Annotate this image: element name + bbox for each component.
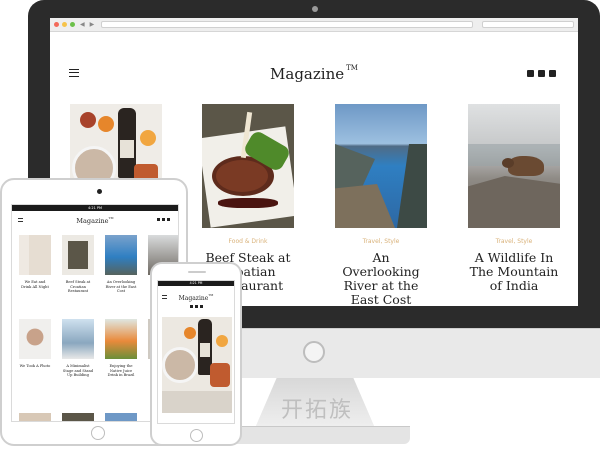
instagram-icon[interactable]	[167, 218, 170, 221]
article-thumbnail[interactable]	[335, 104, 427, 228]
facebook-icon[interactable]	[194, 305, 198, 308]
monitor-stand-base	[230, 426, 410, 444]
social-links	[527, 70, 556, 77]
tablet-article-card[interactable]: A Minimalist Stage and Stand Up Building	[62, 319, 94, 378]
article-thumbnail[interactable]	[202, 104, 294, 228]
back-arrow-icon[interactable]: ◀	[80, 21, 85, 28]
article-card[interactable]: Travel, Style A Wildlife In The Mountain…	[468, 104, 560, 293]
site-title[interactable]: Magazine TM	[50, 64, 578, 83]
minimize-dot-icon[interactable]	[62, 22, 67, 27]
monitor-button[interactable]	[303, 341, 325, 363]
watermark-text: 开拓族	[280, 398, 353, 423]
hamburger-menu-icon[interactable]	[162, 295, 167, 299]
phone-home-button[interactable]	[190, 429, 203, 442]
phone-screen: 4:21 PM MagazineTM	[157, 280, 235, 424]
phone-social-links	[158, 305, 234, 308]
instagram-icon[interactable]	[549, 70, 556, 77]
article-category[interactable]: Food & Drink	[202, 238, 294, 245]
camera-dot	[312, 6, 318, 12]
facebook-icon[interactable]	[162, 218, 165, 221]
article-category[interactable]: Travel, Style	[468, 238, 560, 245]
browser-search-bar[interactable]	[482, 21, 574, 28]
address-bar[interactable]	[101, 21, 473, 28]
article-headline[interactable]: A Wildlife In The Mountain of India	[468, 251, 560, 293]
tablet-home-button[interactable]	[91, 426, 105, 440]
instagram-icon[interactable]	[199, 305, 203, 308]
tablet-status-bar: 4:21 PM	[12, 205, 178, 211]
twitter-icon[interactable]	[527, 70, 534, 77]
browser-toolbar: ◀ ▶	[50, 18, 578, 32]
phone-status-bar: 4:21 PM	[158, 281, 234, 286]
tablet-site-title[interactable]: MagazineTM	[12, 216, 178, 225]
maximize-dot-icon[interactable]	[70, 22, 75, 27]
facebook-icon[interactable]	[538, 70, 545, 77]
phone-speaker	[188, 271, 206, 273]
tablet-article-card[interactable]: We Took A Photo	[19, 319, 51, 369]
tablet-social-links	[157, 218, 170, 221]
article-thumbnail[interactable]	[468, 104, 560, 228]
article-category[interactable]: Travel, Style	[335, 238, 427, 245]
tablet-camera	[97, 189, 102, 194]
tablet-article-card[interactable]: We Eat and Drink All Night	[19, 235, 51, 289]
tablet-article-card[interactable]: An Overlooking River at the East Cost	[105, 235, 137, 294]
phone-site-title[interactable]: MagazineTM	[158, 293, 234, 302]
tablet-article-card[interactable]: Enjoying the Native Juice Drink in Brazi…	[105, 319, 137, 378]
twitter-icon[interactable]	[189, 305, 193, 308]
phone-article-thumbnail[interactable]	[162, 317, 232, 413]
phone-device: 4:21 PM MagazineTM	[150, 262, 242, 446]
site-header: Magazine TM	[50, 32, 578, 92]
close-dot-icon[interactable]	[54, 22, 59, 27]
twitter-icon[interactable]	[157, 218, 160, 221]
article-card[interactable]: Travel, Style An Overlooking River at th…	[335, 104, 427, 306]
forward-arrow-icon[interactable]: ▶	[90, 21, 95, 28]
tablet-article-card[interactable]: Beef Steak at Croatian Restaurant	[62, 235, 94, 294]
article-headline[interactable]: An Overlooking River at the East Cost	[335, 251, 427, 307]
hamburger-menu-icon[interactable]	[18, 218, 23, 222]
